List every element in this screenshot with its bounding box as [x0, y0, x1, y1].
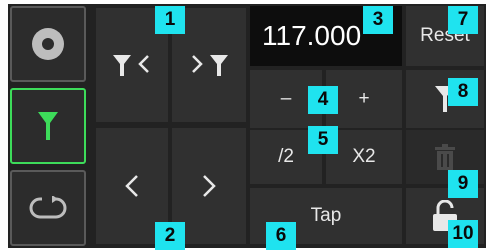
bpm-half-label: /2 [278, 146, 294, 167]
callout-badge-1: 1 [155, 6, 185, 34]
bpm-plus-label: + [358, 88, 370, 109]
callout-badge-6: 6 [266, 222, 296, 250]
callout-badge-5: 5 [308, 126, 338, 154]
trash-icon [435, 144, 455, 170]
sidebar-item-loop[interactable] [10, 170, 86, 246]
callout-badge-7: 7 [448, 6, 478, 34]
beatgrid-marker-icon [38, 112, 58, 140]
bpm-double-label: X2 [352, 146, 376, 167]
bpm-value: 117.000 [262, 20, 362, 51]
chevron-right-icon [203, 175, 216, 197]
callout-badge-10: 10 [448, 220, 478, 248]
beatgrid-panel: 117.000 – + /2 X2 Tap Reset [8, 4, 486, 248]
callout-badge-9: 9 [448, 170, 478, 198]
callout-badge-8: 8 [448, 78, 478, 106]
sidebar-item-beatgrid[interactable] [10, 88, 86, 164]
bpm-minus-label: – [280, 88, 292, 109]
sidebar-item-disc[interactable] [10, 6, 86, 82]
disc-icon [32, 28, 64, 60]
loop-icon [29, 196, 67, 219]
tap-label: Tap [310, 205, 342, 226]
callout-badge-2: 2 [155, 222, 185, 250]
callout-badge-4: 4 [308, 86, 338, 114]
callout-badge-3: 3 [363, 6, 393, 34]
marker-shift-right-icon [189, 47, 229, 83]
chevron-left-icon [125, 175, 138, 197]
marker-shift-left-icon [112, 47, 152, 83]
